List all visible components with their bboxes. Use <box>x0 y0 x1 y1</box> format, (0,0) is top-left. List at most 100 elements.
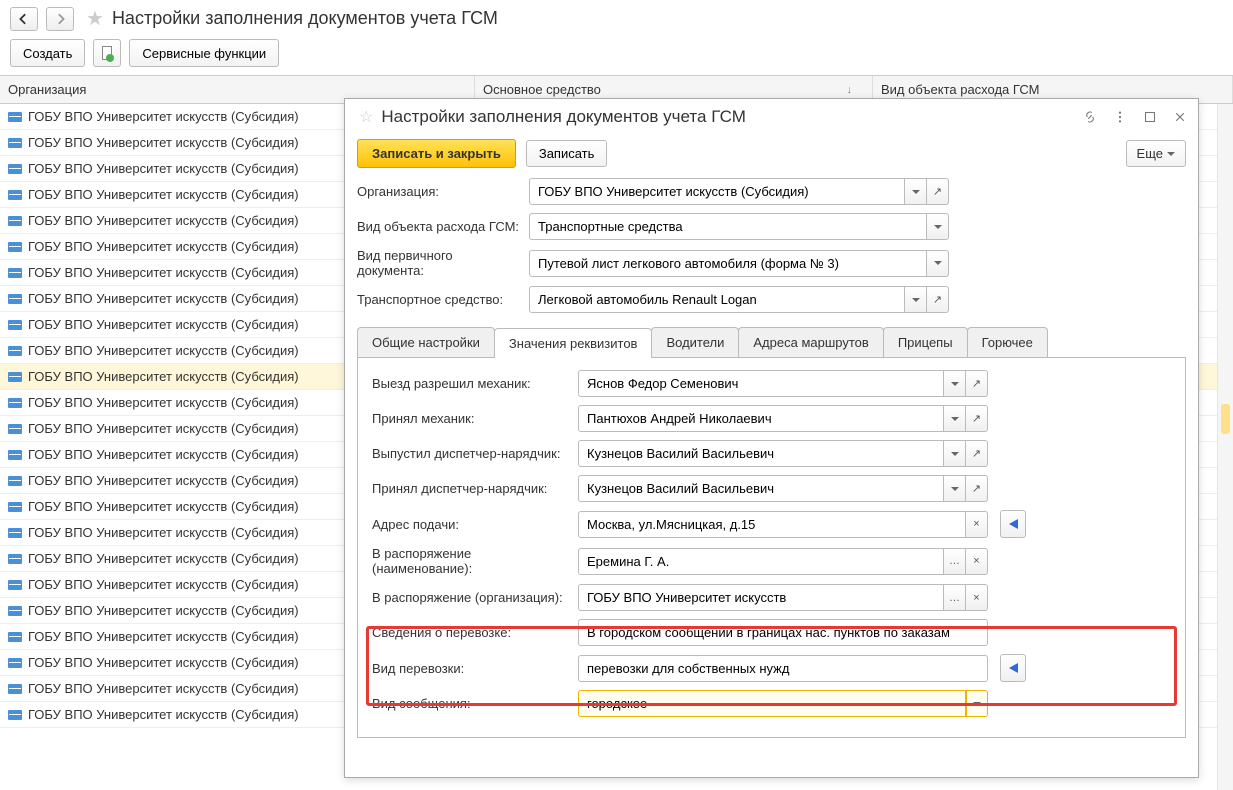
accept-label: Принял механик: <box>372 411 570 426</box>
dialog-titlebar: ☆ Настройки заполнения документов учета … <box>345 99 1198 135</box>
open-button[interactable]: ↗ <box>966 440 988 467</box>
dropdown-button[interactable] <box>944 405 966 432</box>
address-label: Адрес подачи: <box>372 517 570 532</box>
transport-kind-input[interactable] <box>578 655 988 682</box>
row-icon <box>8 320 22 330</box>
close-icon[interactable] <box>1172 109 1188 125</box>
comm-kind-input[interactable] <box>578 690 966 717</box>
row-icon <box>8 476 22 486</box>
disposal-org-label: В распоряжение (организация): <box>372 590 570 605</box>
dropdown-button[interactable] <box>905 178 927 205</box>
accept-input[interactable] <box>578 405 944 432</box>
tab-drivers[interactable]: Водители <box>651 327 739 357</box>
favorite-star-icon[interactable]: ☆ <box>359 107 373 127</box>
row-icon <box>8 112 22 122</box>
link-icon[interactable] <box>1082 109 1098 125</box>
dropdown-button[interactable] <box>944 370 966 397</box>
page-title: Настройки заполнения документов учета ГС… <box>112 8 498 29</box>
chevron-down-icon <box>973 702 981 706</box>
vertical-scrollbar[interactable] <box>1217 104 1233 790</box>
transport-info-input[interactable] <box>578 619 988 646</box>
row-icon <box>8 346 22 356</box>
service-functions-button[interactable]: Сервисные функции <box>129 39 279 67</box>
org-label: Организация: <box>357 184 521 199</box>
write-button[interactable]: Записать <box>526 140 608 167</box>
open-button[interactable]: ↗ <box>927 286 949 313</box>
doc-input[interactable] <box>529 250 927 277</box>
form-header-fields: Организация: ↗ Вид объекта расхода ГСМ: … <box>345 178 1198 321</box>
row-icon <box>8 528 22 538</box>
dialog-settings: ☆ Настройки заполнения документов учета … <box>344 98 1199 778</box>
dispatch-out-input[interactable] <box>578 440 944 467</box>
disposal-org-input[interactable] <box>578 584 944 611</box>
chevron-down-icon <box>951 417 959 421</box>
tab-content-values: Выезд разрешил механик: ↗ Принял механик… <box>357 358 1186 738</box>
arrow-left-blue-icon <box>1009 663 1018 673</box>
chevron-down-icon <box>934 261 942 265</box>
disposal-name-label: В распоряжение (наименование): <box>372 546 570 576</box>
create-button[interactable]: Создать <box>10 39 85 67</box>
row-icon <box>8 710 22 720</box>
row-icon <box>8 554 22 564</box>
select-button[interactable]: … <box>944 584 966 611</box>
nav-back-button[interactable] <box>10 7 38 31</box>
vehicle-input[interactable] <box>529 286 905 313</box>
open-button[interactable]: ↗ <box>927 178 949 205</box>
row-icon <box>8 138 22 148</box>
dropdown-button[interactable] <box>944 475 966 502</box>
row-icon <box>8 424 22 434</box>
dispatch-in-input[interactable] <box>578 475 944 502</box>
clear-button[interactable]: × <box>966 511 988 538</box>
row-icon <box>8 450 22 460</box>
more-button[interactable]: Еще <box>1126 140 1186 167</box>
row-icon <box>8 658 22 668</box>
type-input[interactable] <box>529 213 927 240</box>
depart-input[interactable] <box>578 370 944 397</box>
dropdown-button[interactable] <box>905 286 927 313</box>
open-button[interactable]: ↗ <box>966 405 988 432</box>
tab-values[interactable]: Значения реквизитов <box>494 328 653 358</box>
dispatch-out-label: Выпустил диспетчер-нарядчик: <box>372 446 570 461</box>
tab-trailers[interactable]: Прицепы <box>883 327 968 357</box>
main-toolbar: Создать Сервисные функции <box>0 37 1233 75</box>
row-icon <box>8 398 22 408</box>
open-button[interactable]: ↗ <box>966 475 988 502</box>
kebab-menu-icon[interactable] <box>1112 109 1128 125</box>
dropdown-button[interactable] <box>927 213 949 240</box>
write-and-close-button[interactable]: Записать и закрыть <box>357 139 516 168</box>
dropdown-button[interactable] <box>927 250 949 277</box>
chevron-down-icon <box>912 190 920 194</box>
row-icon <box>8 684 22 694</box>
nav-forward-button[interactable] <box>46 7 74 31</box>
org-input[interactable] <box>529 178 905 205</box>
row-icon <box>8 268 22 278</box>
row-icon <box>8 372 22 382</box>
refresh-button[interactable] <box>93 39 121 67</box>
transport-info-label: Сведения о перевозке: <box>372 625 570 640</box>
arrow-right-icon <box>54 13 66 25</box>
clear-button[interactable]: × <box>966 548 988 575</box>
tab-fuel[interactable]: Горючее <box>967 327 1048 357</box>
dialog-toolbar: Записать и закрыть Записать Еще <box>345 135 1198 178</box>
copy-button[interactable] <box>1000 510 1026 538</box>
maximize-icon[interactable] <box>1142 109 1158 125</box>
clear-button[interactable]: × <box>966 584 988 611</box>
transport-kind-label: Вид перевозки: <box>372 661 570 676</box>
dialog-title: Настройки заполнения документов учета ГС… <box>381 107 1074 127</box>
row-icon <box>8 502 22 512</box>
dropdown-button[interactable] <box>966 690 988 717</box>
chevron-down-icon <box>951 487 959 491</box>
address-input[interactable] <box>578 511 966 538</box>
dialog-window-controls <box>1082 109 1188 125</box>
tab-general[interactable]: Общие настройки <box>357 327 495 357</box>
select-button[interactable]: … <box>944 548 966 575</box>
doc-label: Вид первичного документа: <box>357 248 521 278</box>
favorite-star-icon[interactable]: ★ <box>86 6 104 31</box>
disposal-name-input[interactable] <box>578 548 944 575</box>
tab-routes[interactable]: Адреса маршрутов <box>738 327 883 357</box>
chevron-down-icon <box>951 382 959 386</box>
dropdown-button[interactable] <box>944 440 966 467</box>
open-button[interactable]: ↗ <box>966 370 988 397</box>
copy-button[interactable] <box>1000 654 1026 682</box>
chevron-down-icon <box>951 452 959 456</box>
